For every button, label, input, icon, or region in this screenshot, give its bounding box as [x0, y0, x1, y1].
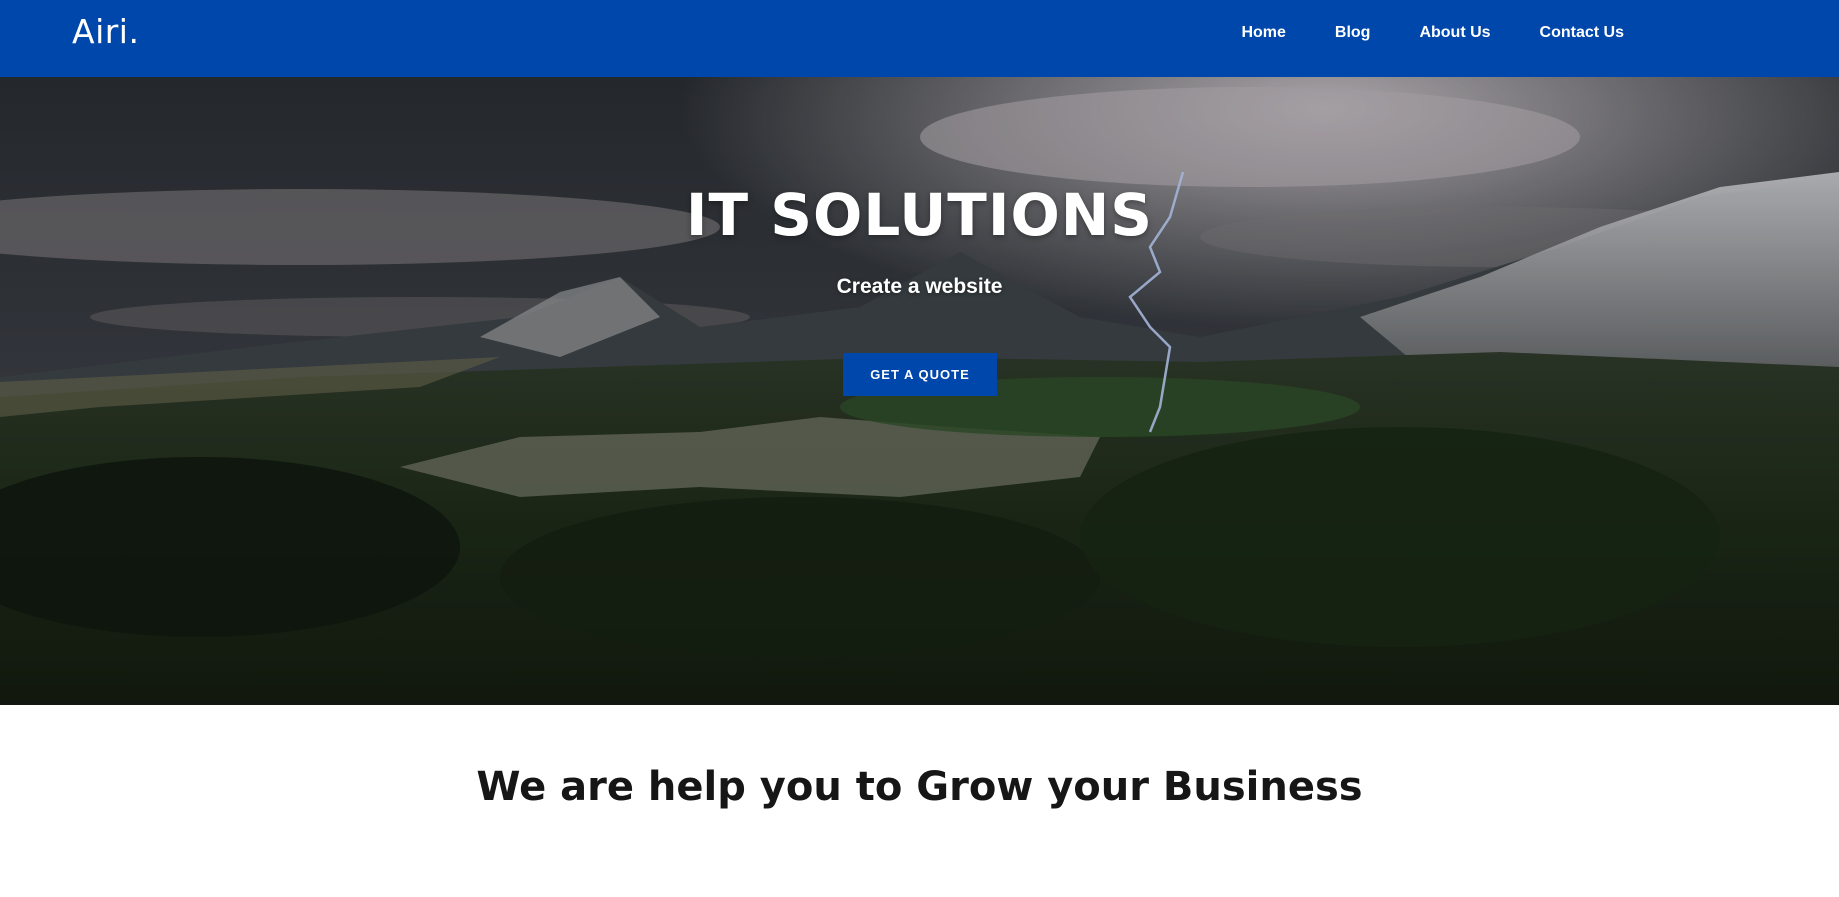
nav-item-contact-us: Contact Us [1540, 24, 1624, 42]
nav-link-home[interactable]: Home [1241, 24, 1285, 41]
top-navbar: Airi. Home Blog About Us Contact Us [0, 0, 1839, 77]
nav-link-blog[interactable]: Blog [1335, 24, 1371, 41]
hero-subtitle: Create a website [836, 275, 1003, 298]
nav-item-blog: Blog [1335, 24, 1371, 42]
nav-link-contact-us[interactable]: Contact Us [1540, 24, 1624, 41]
hero-section: IT SOLUTIONS Create a website GET A QUOT… [0, 77, 1839, 705]
site-logo[interactable]: Airi. [72, 12, 139, 51]
hero-title: IT SOLUTIONS [685, 181, 1154, 249]
nav-link-about-us[interactable]: About Us [1419, 24, 1490, 41]
section-heading: We are help you to Grow your Business [476, 764, 1363, 810]
nav-item-about-us: About Us [1419, 24, 1490, 42]
nav-item-home: Home [1241, 24, 1285, 42]
main-nav: Home Blog About Us Contact Us [1241, 0, 1624, 66]
get-a-quote-button[interactable]: GET A QUOTE [843, 353, 997, 396]
